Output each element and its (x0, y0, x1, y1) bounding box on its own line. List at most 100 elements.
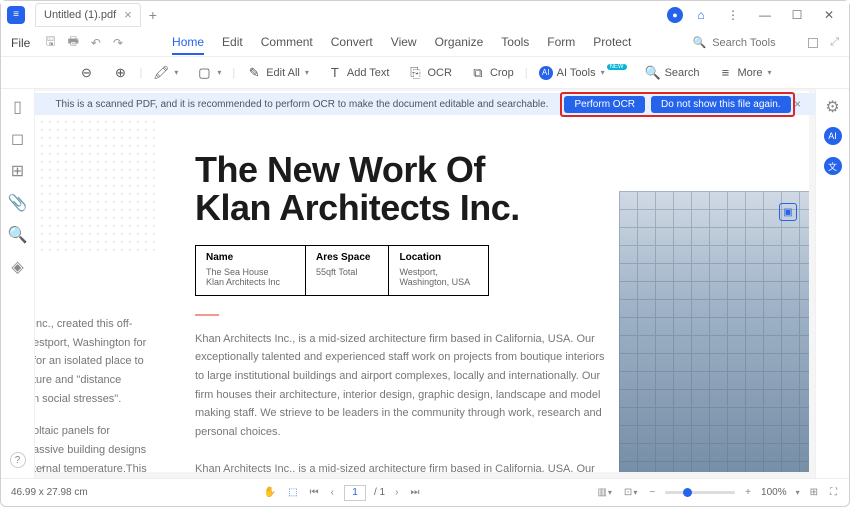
bookmark-icon[interactable]: ◻ (10, 131, 26, 147)
zoom-slider-thumb[interactable] (683, 488, 692, 497)
titlebar: ≡ Untitled (1).pdf × + ● ⌂ ⋮ — ☐ ✕ (1, 1, 849, 29)
edit-all-button[interactable]: ✎Edit All▾ (239, 62, 316, 84)
crop-button[interactable]: ⧉Crop (463, 62, 521, 84)
add-text-button[interactable]: TAdd Text (320, 62, 397, 84)
scroll-right-icon[interactable]: › (800, 460, 814, 474)
page-total: / 1 (374, 487, 385, 498)
file-menu[interactable]: File (11, 36, 30, 50)
accent-divider (195, 314, 219, 316)
search-tools-icon: 🔍 (692, 36, 706, 49)
translate-icon[interactable]: 文 (824, 157, 842, 175)
kebab-menu-icon[interactable]: ⋮ (719, 5, 747, 25)
ocr-icon: ⎘ (407, 65, 423, 81)
zoom-slider[interactable] (665, 491, 735, 494)
right-sidebar: ⚙ AI 文 (815, 89, 849, 478)
building-image-left (35, 121, 155, 251)
ocr-label: OCR (427, 67, 451, 79)
last-page-icon[interactable]: ⏭ (408, 487, 421, 498)
tab-close-icon[interactable]: × (124, 7, 132, 22)
zoom-in-button[interactable]: ⊕ (105, 62, 135, 84)
tab-convert[interactable]: Convert (331, 31, 373, 55)
fit-mode-icon[interactable]: ⊡▾ (622, 487, 639, 498)
tab-protect[interactable]: Protect (593, 31, 631, 55)
hand-tool-icon[interactable]: ✋ (262, 487, 278, 498)
window-maximize[interactable]: ☐ (783, 5, 811, 25)
shape-icon: ▢ (196, 65, 212, 81)
next-page-icon[interactable]: › (393, 487, 400, 498)
more-button[interactable]: ≡More▾ (710, 62, 778, 84)
thumbnail-icon[interactable]: ▯ (10, 99, 26, 115)
search-icon: 🔍 (645, 65, 661, 81)
zoom-out-button[interactable]: ⊖ (71, 62, 101, 84)
new-tab-button[interactable]: + (149, 7, 157, 23)
highlight-icon: 🖍 (153, 65, 169, 81)
tab-organize[interactable]: Organize (435, 31, 484, 55)
left-column-text: Inc., created this off- estport, Washing… (35, 315, 173, 472)
comment-panel-icon[interactable]: ⊞ (10, 163, 26, 179)
info-table: Name Ares Space Location The Sea House K… (195, 245, 489, 296)
crop-icon: ⧉ (470, 65, 486, 81)
gift-icon[interactable]: ⌂ (687, 5, 715, 25)
dont-show-button[interactable]: Do not show this file again. (651, 96, 791, 113)
redo-icon[interactable]: ↷ (110, 36, 126, 50)
tab-title: Untitled (1).pdf (44, 9, 116, 21)
layers-icon[interactable]: ◈ (10, 259, 26, 275)
highlight-button[interactable]: 🖍▾ (146, 62, 185, 84)
pdf-page: ▣ The New Work Of Klan Architects Inc. N… (35, 91, 809, 472)
scroll-left-icon[interactable]: ‹ (36, 460, 50, 474)
save-icon[interactable]: 🖫 (42, 32, 58, 53)
user-avatar[interactable]: ● (667, 7, 683, 23)
window-close[interactable]: ✕ (815, 5, 843, 25)
ai-sidebar-icon[interactable]: AI (824, 127, 842, 145)
tab-tools[interactable]: Tools (501, 31, 529, 55)
tab-comment[interactable]: Comment (261, 31, 313, 55)
search-button[interactable]: 🔍 Search (638, 62, 707, 84)
fit-page-icon[interactable]: ▣ (779, 203, 797, 221)
prev-page-icon[interactable]: ‹ (329, 487, 336, 498)
tab-form[interactable]: Form (547, 31, 575, 55)
left-sidebar: ▯ ◻ ⊞ 📎 🔍 ◈ ? (1, 89, 35, 478)
select-tool-icon[interactable]: ⬚ (286, 487, 299, 498)
fullscreen-icon[interactable]: ⛶ (828, 487, 839, 498)
window-minimize[interactable]: — (751, 5, 779, 25)
document-tab[interactable]: Untitled (1).pdf × (35, 3, 141, 27)
read-mode-icon[interactable]: ⊞ (808, 487, 820, 498)
ocr-banner-message: This is a scanned PDF, and it is recomme… (55, 99, 548, 110)
zoom-level: 100% (761, 487, 787, 498)
search-tools-input[interactable] (712, 37, 792, 49)
new-badge: NEW (607, 64, 627, 70)
ai-tools-button[interactable]: AIAI Tools▾NEW (532, 63, 634, 83)
text-icon: T (327, 65, 343, 81)
properties-icon[interactable]: ⚙ (825, 99, 841, 115)
attachment-icon[interactable]: 📎 (10, 195, 26, 211)
th-space: Ares Space (306, 245, 389, 265)
tab-edit[interactable]: Edit (222, 31, 243, 55)
body-paragraph-2: Khan Architects Inc., is a mid-sized arc… (195, 460, 605, 472)
ocr-button[interactable]: ⎘ OCR (400, 62, 458, 84)
zoom-in-status-icon[interactable]: + (743, 487, 753, 498)
zoom-out-status-icon[interactable]: − (647, 487, 657, 498)
tab-home[interactable]: Home (172, 31, 204, 55)
panel-toggle-icon[interactable] (808, 38, 818, 48)
document-canvas[interactable]: This is a scanned PDF, and it is recomme… (35, 89, 815, 478)
search-label: Search (665, 67, 700, 79)
first-page-icon[interactable]: ⏮ (308, 487, 321, 498)
workspace: ▯ ◻ ⊞ 📎 🔍 ◈ ? This is a scanned PDF, and… (1, 89, 849, 478)
td-space: 55qft Total (306, 265, 389, 296)
td-name: The Sea House Klan Architects Inc (196, 265, 306, 296)
edit-all-label: Edit All (266, 67, 300, 79)
print-icon[interactable]: 🖶 (65, 32, 82, 53)
help-icon[interactable]: ? (10, 452, 26, 468)
more-label: More (737, 67, 762, 79)
ocr-banner-actions: Perform OCR Do not show this file again. (560, 92, 794, 117)
building-image-right (619, 191, 809, 472)
search-panel-icon[interactable]: 🔍 (10, 227, 26, 243)
tab-view[interactable]: View (391, 31, 417, 55)
banner-close-icon[interactable]: × (794, 97, 801, 111)
view-mode-icon[interactable]: ▥▾ (595, 487, 613, 498)
shape-button[interactable]: ▢▾ (189, 62, 228, 84)
expand-icon[interactable]: ⤢ (830, 36, 839, 49)
page-number-input[interactable] (344, 485, 366, 501)
perform-ocr-button[interactable]: Perform OCR (564, 96, 645, 113)
undo-icon[interactable]: ↶ (88, 36, 104, 50)
